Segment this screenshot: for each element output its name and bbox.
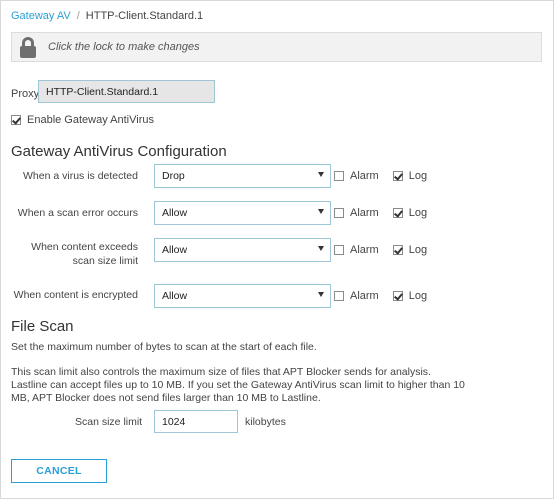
chevron-down-icon bbox=[318, 209, 324, 214]
alarm-label: Alarm bbox=[350, 290, 379, 302]
encrypted-action-value: Allow bbox=[162, 290, 188, 302]
virus-detected-alarm-checkbox[interactable] bbox=[334, 171, 344, 181]
exceeds-size-limit-log-checkbox[interactable] bbox=[392, 245, 403, 255]
exceeds-size-limit-notify: Alarm Log bbox=[334, 244, 427, 256]
scan-error-action-value: Allow bbox=[162, 207, 188, 219]
proxy-label: Proxy bbox=[11, 88, 40, 100]
file-scan-title: File Scan bbox=[11, 318, 74, 335]
log-label: Log bbox=[408, 170, 428, 182]
file-scan-description: Set the maximum number of bytes to scan … bbox=[11, 341, 317, 353]
alarm-label: Alarm bbox=[350, 244, 379, 256]
scan-error-label: When a scan error occurs bbox=[17, 207, 138, 219]
scan-error-notify: Alarm Log bbox=[334, 207, 427, 219]
scan-error-alarm-checkbox[interactable] bbox=[334, 208, 344, 218]
encrypted-notify: Alarm Log bbox=[334, 290, 427, 302]
log-label: Log bbox=[408, 207, 428, 219]
config-section-title: Gateway AntiVirus Configuration bbox=[11, 143, 227, 160]
file-scan-note-line-2: Lastline can accept files up to 10 MB. I… bbox=[11, 379, 465, 391]
encrypted-action-select[interactable]: Allow bbox=[154, 284, 331, 308]
virus-detected-action-select[interactable]: Drop bbox=[154, 164, 331, 188]
virus-detected-label: When a virus is detected bbox=[23, 170, 138, 182]
alarm-label: Alarm bbox=[350, 207, 379, 219]
breadcrumb-separator: / bbox=[76, 10, 80, 22]
exceeds-size-limit-label: When content exceeds scan size limit bbox=[31, 241, 138, 267]
lock-bar: Click the lock to make changes bbox=[11, 32, 542, 62]
file-scan-note-line-1: This scan limit also controls the maximu… bbox=[11, 366, 431, 378]
proxy-field[interactable]: HTTP-Client.Standard.1 bbox=[38, 80, 215, 103]
enable-gateway-av-row: Enable Gateway AntiVirus bbox=[11, 114, 154, 126]
virus-detected-action-value: Drop bbox=[162, 170, 185, 182]
exceeds-size-limit-alarm-checkbox[interactable] bbox=[334, 245, 344, 255]
breadcrumb-gateway-av-link[interactable]: Gateway AV bbox=[11, 10, 71, 22]
lock-icon[interactable] bbox=[18, 36, 38, 58]
chevron-down-icon bbox=[318, 246, 324, 251]
log-label: Log bbox=[408, 244, 428, 256]
scan-size-limit-label: Scan size limit bbox=[75, 416, 143, 428]
exceeds-size-limit-action-select[interactable]: Allow bbox=[154, 238, 331, 262]
cancel-button[interactable]: CANCEL bbox=[11, 459, 107, 483]
breadcrumb: Gateway AV / HTTP-Client.Standard.1 bbox=[11, 10, 203, 22]
alarm-label: Alarm bbox=[350, 170, 379, 182]
scan-error-action-select[interactable]: Allow bbox=[154, 201, 331, 225]
file-scan-note-line-3: MB, APT Blocker does not send files larg… bbox=[11, 392, 321, 404]
encrypted-alarm-checkbox[interactable] bbox=[334, 291, 344, 301]
scan-error-log-checkbox[interactable] bbox=[392, 208, 403, 218]
enable-gateway-av-label: Enable Gateway AntiVirus bbox=[27, 114, 154, 126]
lock-message: Click the lock to make changes bbox=[48, 41, 200, 53]
scan-size-unit: kilobytes bbox=[245, 416, 286, 428]
enable-gateway-av-checkbox[interactable] bbox=[11, 115, 21, 125]
breadcrumb-current: HTTP-Client.Standard.1 bbox=[85, 10, 204, 22]
chevron-down-icon bbox=[318, 172, 324, 177]
encrypted-log-checkbox[interactable] bbox=[392, 291, 403, 301]
exceeds-size-limit-action-value: Allow bbox=[162, 244, 188, 256]
virus-detected-log-checkbox[interactable] bbox=[392, 171, 403, 181]
encrypted-label: When content is encrypted bbox=[13, 289, 138, 301]
virus-detected-notify: Alarm Log bbox=[334, 170, 427, 182]
chevron-down-icon bbox=[318, 292, 324, 297]
log-label: Log bbox=[408, 290, 428, 302]
scan-size-limit-input[interactable]: 1024 bbox=[154, 410, 238, 433]
